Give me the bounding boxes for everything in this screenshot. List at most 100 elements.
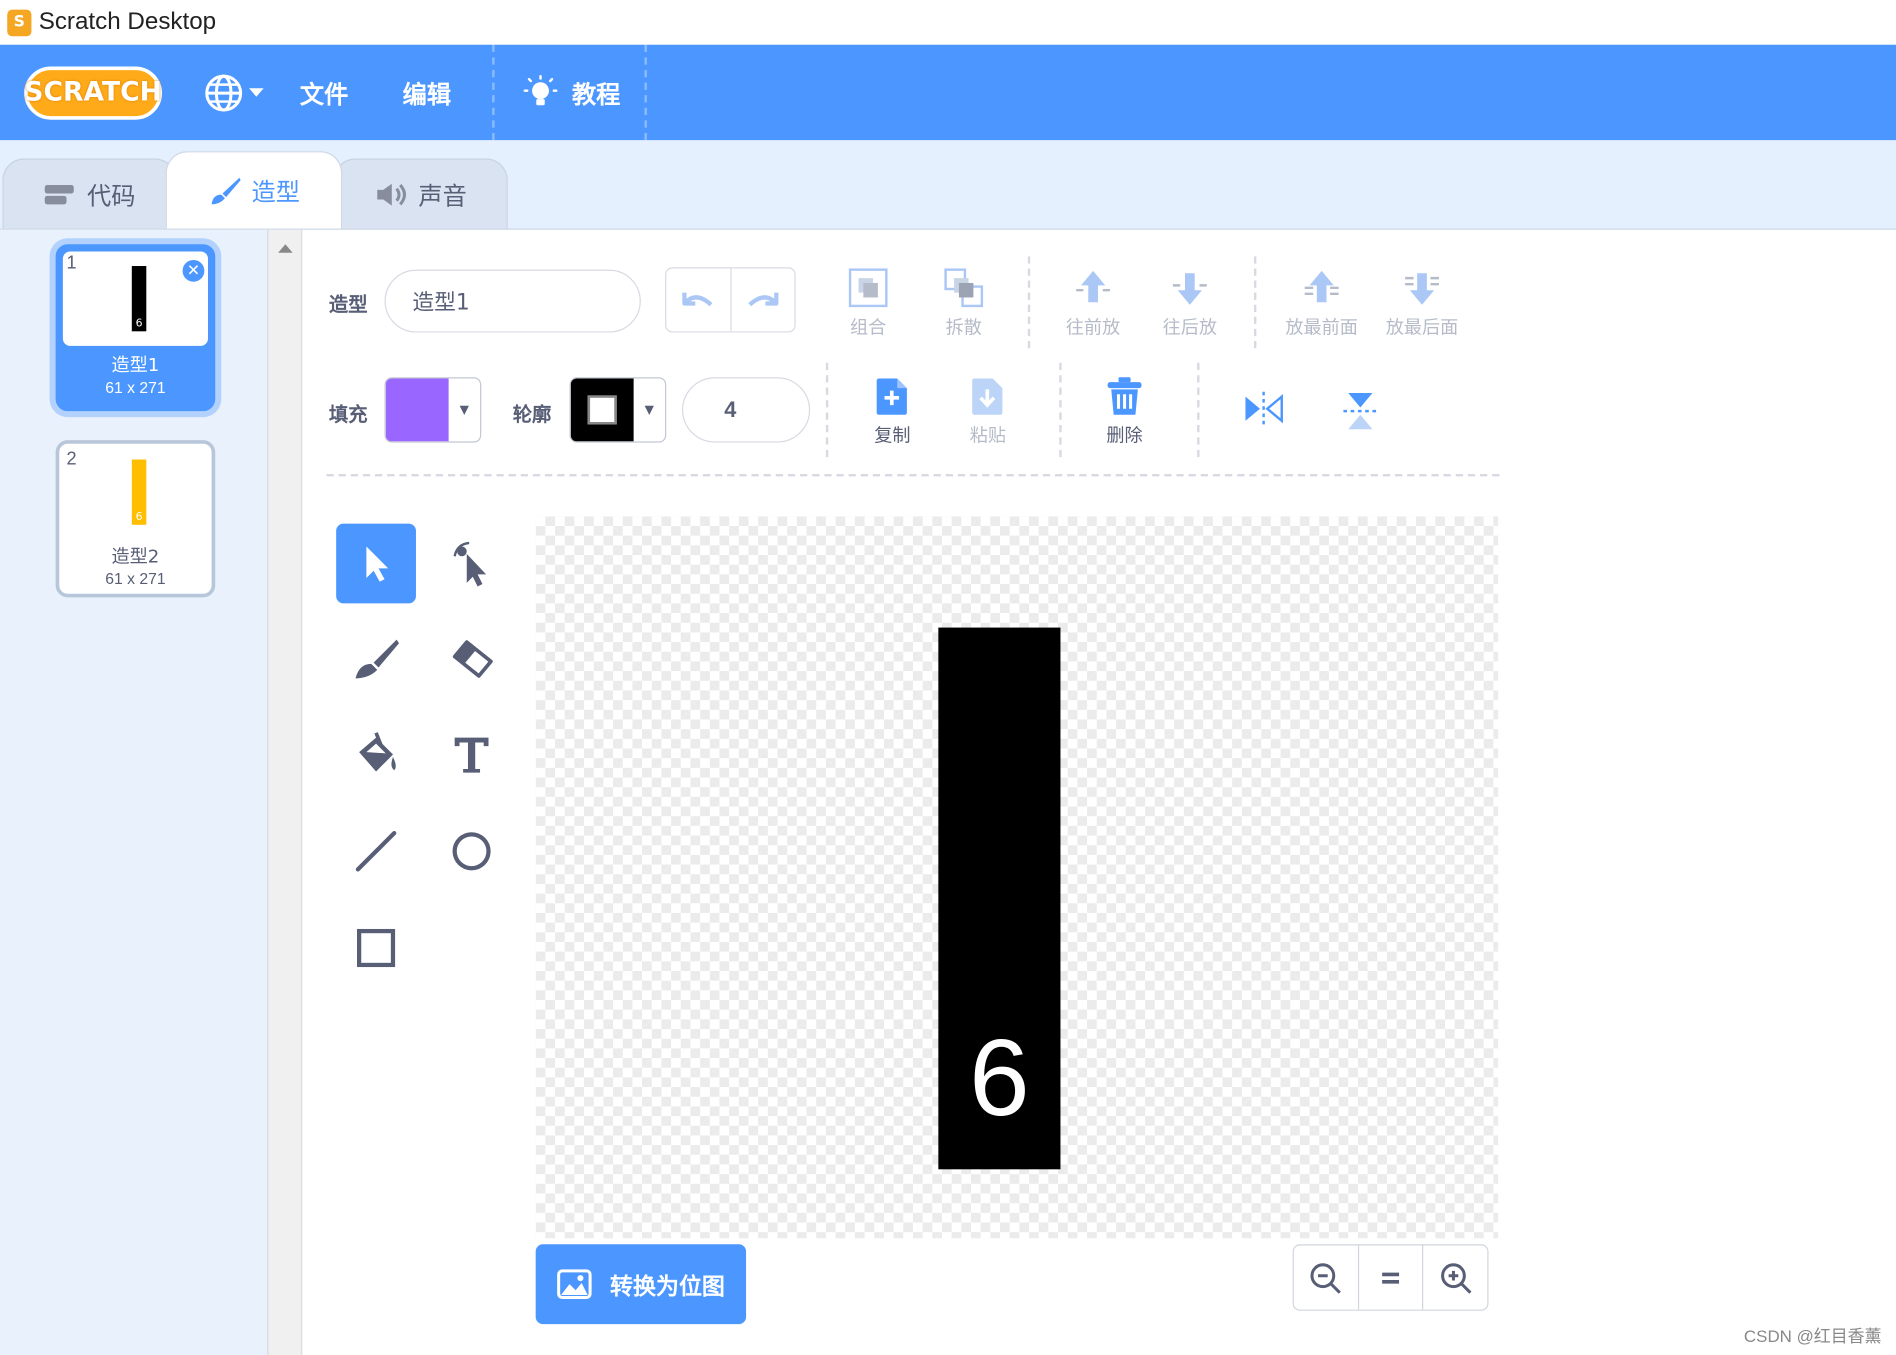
costume-size: 61 x 271 [105,378,166,397]
paint-bucket-icon [352,730,400,778]
lightbulb-icon [521,73,560,112]
convert-label: 转换为位图 [610,1272,725,1300]
circle-icon [450,830,494,874]
arrow-to-top-icon [1300,266,1344,310]
costume-name: 造型2 [111,545,160,568]
chevron-down-icon [249,88,264,97]
ungroup-button[interactable]: 拆散 [915,266,1012,340]
tab-code[interactable]: 代码 [2,158,177,229]
zoom-out-button[interactable] [1294,1245,1359,1310]
toolbar-divider [1253,256,1257,349]
circle-tool[interactable] [432,811,512,891]
costume-name-label: 造型 [328,292,368,316]
redo-button[interactable] [731,268,794,331]
thumbnail-digit: 6 [135,318,143,331]
back-button[interactable]: 放最后面 [1374,266,1471,340]
flip-vertical-button[interactable] [1312,389,1409,433]
forward-button[interactable]: 往前放 [1045,266,1142,340]
rectangle-tool[interactable] [336,908,416,988]
costume-item-2[interactable]: 6 2 造型2 61 x 271 [55,440,216,598]
thumbnail-sprite: 6 [131,266,147,332]
toolbar-divider [825,362,829,458]
thumbnail-digit: 6 [135,511,143,524]
tab-label: 声音 [418,181,467,211]
toolbar-divider [1027,256,1031,349]
flip-horizontal-button[interactable] [1215,389,1312,428]
flip-vertical-icon [1341,389,1380,433]
backward-button[interactable]: 往后放 [1141,266,1238,340]
undo-button[interactable] [666,268,731,332]
costume-size: 61 x 271 [105,569,166,588]
text-tool[interactable] [432,715,512,795]
tutorials-menu[interactable]: 教程 [521,45,620,141]
rectangle-icon [354,926,398,970]
edit-menu[interactable]: 编辑 [403,45,451,141]
zoom-reset-button[interactable] [1359,1245,1424,1310]
front-label: 放最前面 [1285,316,1358,339]
group-label: 组合 [850,316,887,339]
copy-label: 复制 [874,424,911,447]
code-blocks-icon [44,182,78,206]
forward-label: 往前放 [1065,316,1121,339]
costume-list: 6 1 ✕ 造型1 61 x 271 6 2 造型2 61 x 271 [0,229,269,1355]
reshape-tool[interactable] [432,524,512,604]
tutorials-label: 教程 [571,79,621,109]
line-tool[interactable] [336,811,416,891]
costume-number: 2 [66,448,77,470]
front-button[interactable]: 放最前面 [1273,266,1370,340]
scratch-logo[interactable]: SCRATCH [24,65,163,120]
copy-icon [873,376,912,417]
costume-item-1[interactable]: 6 1 ✕ 造型1 61 x 271 [55,244,216,412]
zoom-in-icon [1439,1261,1473,1295]
costume-thumbnail: 6 [62,447,208,540]
menu-bar: SCRATCH 文件 编辑 教程 [0,44,1896,141]
arrow-up-icon [1071,266,1115,310]
zoom-controls [1292,1244,1489,1311]
costume-number: 1 [66,252,77,274]
costume-name: 造型1 [111,354,160,377]
delete-button[interactable]: 删除 [1076,376,1173,447]
zoom-in-button[interactable] [1424,1245,1488,1309]
dropdown-arrow-icon: ▼ [644,403,654,417]
outline-label: 轮廓 [512,402,552,426]
select-tool[interactable] [336,523,416,604]
tab-costumes[interactable]: 造型 [165,151,343,229]
group-icon [846,266,890,310]
outline-width-input[interactable]: 4 [681,377,811,443]
outline-color-picker[interactable]: ▼ [569,377,667,443]
fill-tool[interactable] [336,715,416,795]
menu-divider [644,44,647,141]
eraser-icon [447,637,495,681]
undo-icon [680,288,716,312]
zoom-out-icon [1309,1261,1343,1295]
paintbrush-icon [352,637,400,681]
back-label: 放最后面 [1385,316,1459,339]
delete-label: 删除 [1106,424,1143,447]
costume-name-input[interactable]: 造型1 [384,269,641,333]
ungroup-icon [942,266,986,310]
sprite-digit: 6 [969,1018,1030,1140]
paste-button[interactable]: 粘贴 [940,376,1037,447]
scroll-up-arrow-icon[interactable] [278,244,293,253]
copy-button[interactable]: 复制 [844,376,941,447]
arrow-to-bottom-icon [1400,266,1444,310]
undo-redo-group [665,267,796,333]
tab-strip: 代码 声音 造型 [0,140,1896,230]
tab-label: 代码 [87,181,136,211]
file-menu[interactable]: 文件 [300,45,348,141]
line-icon [354,830,398,874]
reshape-cursor-icon [447,539,495,587]
tab-sound[interactable]: 声音 [333,158,508,229]
close-icon[interactable]: ✕ [180,257,207,285]
brush-tool[interactable] [336,619,416,699]
paint-canvas[interactable]: 6 [535,516,1499,1239]
outline-preview-icon [587,395,617,425]
sprite-shape[interactable]: 6 [938,627,1061,1170]
arrow-cursor-icon [357,542,396,586]
fill-color-picker[interactable]: ▼ [384,377,482,443]
language-menu[interactable] [203,45,264,141]
convert-to-bitmap-button[interactable]: 转换为位图 [535,1244,747,1325]
eraser-tool[interactable] [432,619,512,699]
group-button[interactable]: 组合 [820,266,917,340]
scrollbar[interactable] [268,229,303,1355]
